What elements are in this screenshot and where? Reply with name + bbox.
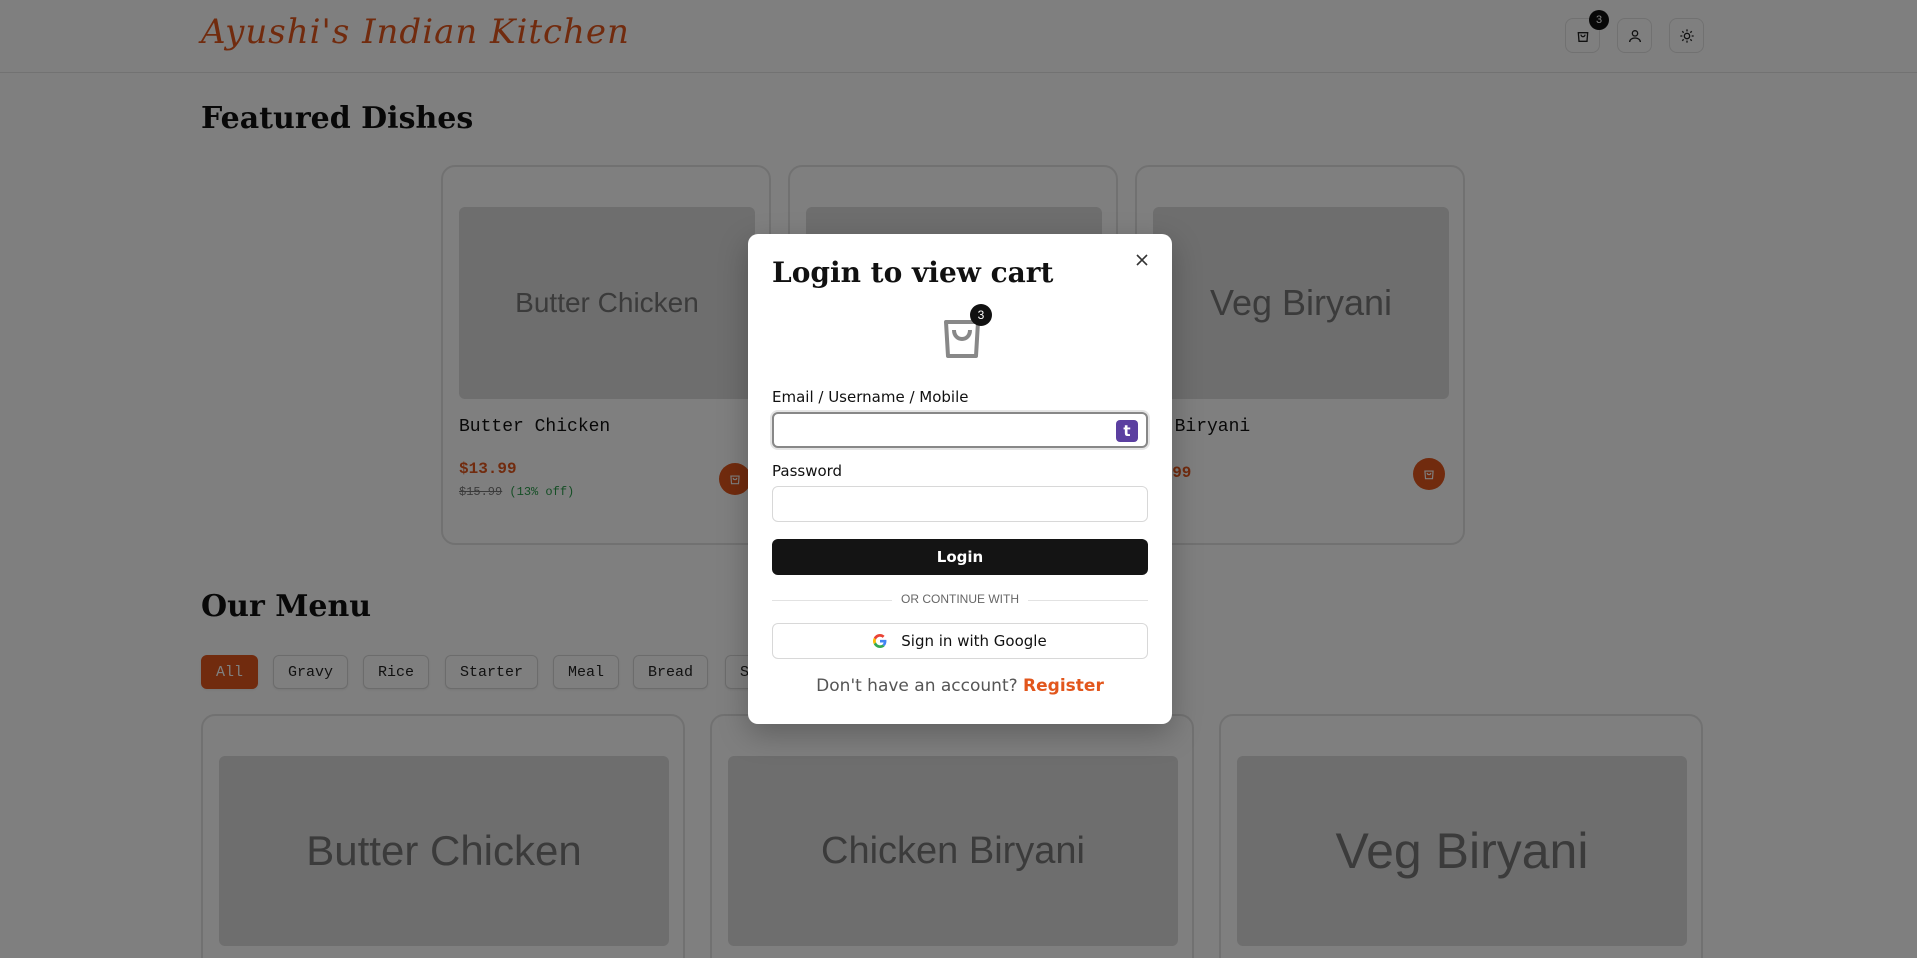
register-link[interactable]: Register bbox=[1023, 676, 1104, 696]
login-modal: Login to view cart 3 Email / Username / … bbox=[748, 234, 1172, 724]
email-input[interactable] bbox=[772, 412, 1148, 448]
password-label: Password bbox=[772, 462, 843, 480]
register-prompt: Don't have an account? Register bbox=[748, 676, 1172, 696]
extension-icon[interactable]: t bbox=[1116, 420, 1138, 442]
password-input[interactable] bbox=[772, 486, 1148, 522]
close-button[interactable] bbox=[1130, 248, 1154, 272]
google-button-label: Sign in with Google bbox=[901, 632, 1047, 650]
modal-title: Login to view cart bbox=[772, 256, 1054, 289]
login-button[interactable]: Login bbox=[772, 539, 1148, 575]
divider-text: OR CONTINUE WITH bbox=[901, 592, 1019, 606]
email-label: Email / Username / Mobile bbox=[772, 388, 969, 406]
cart-count-badge: 3 bbox=[970, 304, 992, 326]
google-icon bbox=[873, 634, 887, 648]
no-account-text: Don't have an account? bbox=[816, 676, 1018, 696]
google-sign-in-button[interactable]: Sign in with Google bbox=[772, 623, 1148, 659]
close-icon bbox=[1136, 254, 1148, 266]
divider: OR CONTINUE WITH bbox=[772, 592, 1148, 608]
